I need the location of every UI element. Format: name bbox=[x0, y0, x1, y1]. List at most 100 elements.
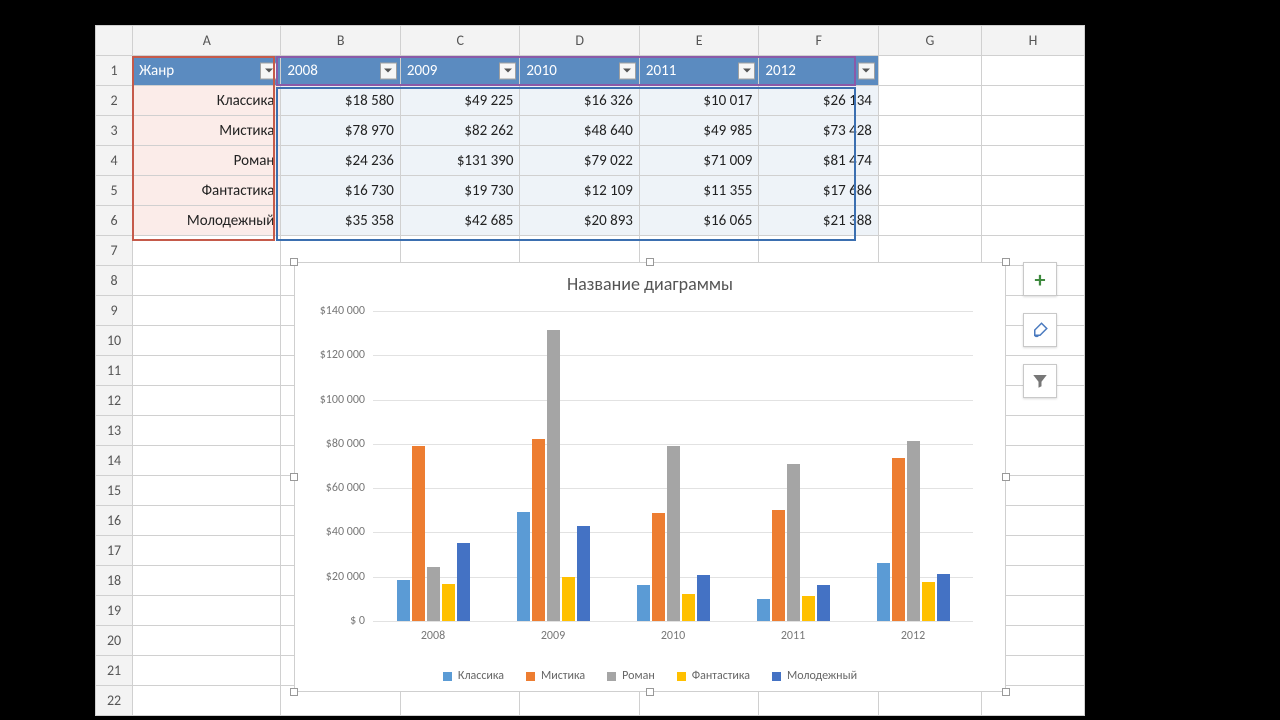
table-row[interactable]: 1Жанр20082009201020112012 bbox=[96, 56, 1085, 86]
chart-bar[interactable] bbox=[877, 563, 890, 621]
row-header[interactable]: 20 bbox=[96, 626, 133, 656]
col-header-A[interactable]: A bbox=[133, 26, 281, 56]
row-header[interactable]: 3 bbox=[96, 116, 133, 146]
row-header[interactable]: 1 bbox=[96, 56, 133, 86]
cell[interactable]: $10 017 bbox=[639, 86, 759, 116]
cell[interactable]: $16 065 bbox=[639, 206, 759, 236]
resize-handle[interactable] bbox=[1002, 473, 1010, 481]
col-header-C[interactable]: C bbox=[400, 26, 520, 56]
chart-bar[interactable] bbox=[442, 584, 455, 621]
cell[interactable] bbox=[981, 56, 1084, 86]
cell[interactable] bbox=[281, 236, 401, 266]
cell[interactable]: Молодежный bbox=[133, 206, 281, 236]
cell[interactable] bbox=[878, 236, 981, 266]
col-header-F[interactable]: F bbox=[759, 26, 879, 56]
col-header-B[interactable]: B bbox=[281, 26, 401, 56]
cell[interactable]: 2012 bbox=[759, 56, 879, 86]
resize-handle[interactable] bbox=[646, 688, 654, 696]
chart-bar[interactable] bbox=[547, 330, 560, 621]
row-header[interactable]: 21 bbox=[96, 656, 133, 686]
chart-legend[interactable]: КлассикаМистикаРоманФантастикаМолодежный bbox=[295, 669, 1005, 683]
row-header[interactable]: 10 bbox=[96, 326, 133, 356]
cell[interactable]: $81 474 bbox=[759, 146, 879, 176]
cell[interactable]: $79 022 bbox=[520, 146, 640, 176]
resize-handle[interactable] bbox=[1002, 688, 1010, 696]
chart-bar[interactable] bbox=[907, 441, 920, 621]
row-header[interactable]: 12 bbox=[96, 386, 133, 416]
chart-bar[interactable] bbox=[667, 446, 680, 621]
chart-object[interactable]: Название диаграммы $140 000$120 000$100 … bbox=[294, 262, 1006, 692]
filter-dropdown-icon[interactable] bbox=[499, 62, 516, 79]
row-header[interactable]: 7 bbox=[96, 236, 133, 266]
resize-handle[interactable] bbox=[290, 473, 298, 481]
chart-bar[interactable] bbox=[637, 585, 650, 621]
cell[interactable]: $12 109 bbox=[520, 176, 640, 206]
row-header[interactable]: 22 bbox=[96, 686, 133, 716]
cell[interactable] bbox=[133, 566, 281, 596]
cell[interactable] bbox=[981, 206, 1084, 236]
table-row[interactable]: 5Фантастика$16 730$19 730$12 109$11 355$… bbox=[96, 176, 1085, 206]
cell[interactable]: $73 428 bbox=[759, 116, 879, 146]
resize-handle[interactable] bbox=[646, 258, 654, 266]
cell[interactable]: $82 262 bbox=[400, 116, 520, 146]
cell[interactable]: $16 326 bbox=[520, 86, 640, 116]
resize-handle[interactable] bbox=[290, 258, 298, 266]
chart-bar[interactable] bbox=[517, 512, 530, 621]
cell[interactable] bbox=[133, 416, 281, 446]
filter-dropdown-icon[interactable] bbox=[738, 62, 755, 79]
chart-bar[interactable] bbox=[682, 594, 695, 621]
cell[interactable]: $20 893 bbox=[520, 206, 640, 236]
row-header[interactable]: 13 bbox=[96, 416, 133, 446]
cell[interactable] bbox=[878, 206, 981, 236]
cell[interactable] bbox=[981, 146, 1084, 176]
cell[interactable] bbox=[133, 686, 281, 716]
row-header[interactable]: 2 bbox=[96, 86, 133, 116]
chart-bar[interactable] bbox=[562, 577, 575, 621]
cell[interactable] bbox=[878, 56, 981, 86]
cell[interactable] bbox=[639, 236, 759, 266]
cell[interactable]: $19 730 bbox=[400, 176, 520, 206]
cell[interactable]: $42 685 bbox=[400, 206, 520, 236]
cell[interactable]: Роман bbox=[133, 146, 281, 176]
cell[interactable]: Классика bbox=[133, 86, 281, 116]
chart-bar[interactable] bbox=[772, 510, 785, 621]
resize-handle[interactable] bbox=[1002, 258, 1010, 266]
filter-dropdown-icon[interactable] bbox=[380, 62, 397, 79]
filter-dropdown-icon[interactable] bbox=[858, 62, 875, 79]
cell[interactable] bbox=[878, 116, 981, 146]
cell[interactable]: $49 985 bbox=[639, 116, 759, 146]
col-header-D[interactable]: D bbox=[520, 26, 640, 56]
cell[interactable]: 2011 bbox=[639, 56, 759, 86]
cell[interactable]: $78 970 bbox=[281, 116, 401, 146]
cell[interactable] bbox=[133, 266, 281, 296]
chart-bar[interactable] bbox=[427, 567, 440, 621]
row-header[interactable]: 17 bbox=[96, 536, 133, 566]
cell[interactable] bbox=[878, 146, 981, 176]
cell[interactable]: $18 580 bbox=[281, 86, 401, 116]
cell[interactable]: 2009 bbox=[400, 56, 520, 86]
chart-bar[interactable] bbox=[397, 580, 410, 621]
row-header[interactable]: 19 bbox=[96, 596, 133, 626]
spreadsheet-sheet[interactable]: A B C D E F G H 1Жанр2008200920102011201… bbox=[95, 25, 1085, 700]
cell[interactable] bbox=[133, 356, 281, 386]
cell[interactable] bbox=[133, 446, 281, 476]
cell[interactable]: $26 134 bbox=[759, 86, 879, 116]
cell[interactable]: Жанр bbox=[133, 56, 281, 86]
cell[interactable]: $49 225 bbox=[400, 86, 520, 116]
table-row[interactable]: 7 bbox=[96, 236, 1085, 266]
chart-bar[interactable] bbox=[457, 543, 470, 621]
chart-bar[interactable] bbox=[697, 575, 710, 621]
cell[interactable] bbox=[133, 296, 281, 326]
cell[interactable] bbox=[133, 626, 281, 656]
chart-bar[interactable] bbox=[532, 439, 545, 621]
chart-bar[interactable] bbox=[787, 464, 800, 621]
legend-item[interactable]: Роман bbox=[607, 669, 655, 683]
table-row[interactable]: 4Роман$24 236$131 390$79 022$71 009$81 4… bbox=[96, 146, 1085, 176]
cell[interactable]: $24 236 bbox=[281, 146, 401, 176]
cell[interactable]: Мистика bbox=[133, 116, 281, 146]
cell[interactable] bbox=[759, 236, 879, 266]
legend-item[interactable]: Мистика bbox=[526, 669, 585, 683]
chart-bar[interactable] bbox=[892, 458, 905, 621]
cell[interactable] bbox=[878, 176, 981, 206]
chart-bar[interactable] bbox=[577, 526, 590, 621]
